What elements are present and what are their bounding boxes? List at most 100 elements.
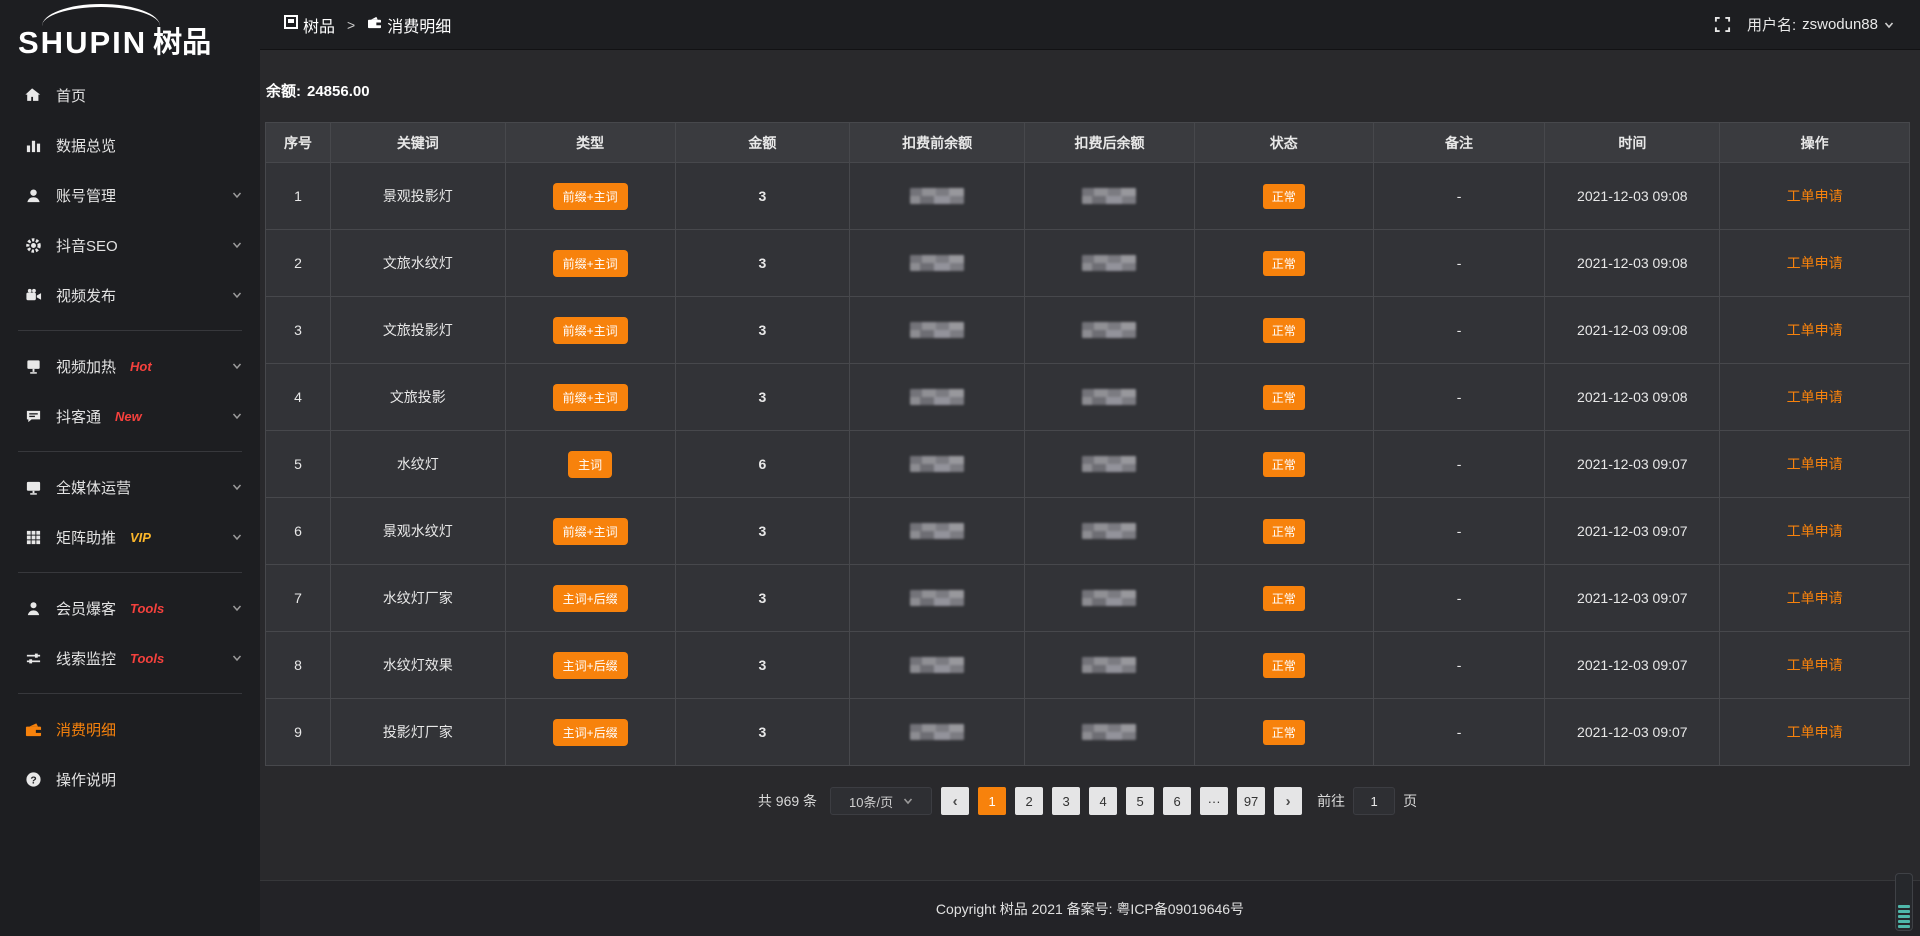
page-size-select[interactable]: 10条/页 bbox=[830, 787, 932, 815]
sidebar-item-消费明细[interactable]: 消费明细 bbox=[0, 704, 260, 754]
goto-page-input[interactable] bbox=[1353, 787, 1395, 815]
type-badge: 主词 bbox=[568, 451, 612, 478]
username-value: zswodun88 bbox=[1802, 16, 1878, 33]
sidebar-item-label: 视频加热 bbox=[56, 356, 116, 377]
corner-scroll-widget[interactable] bbox=[1895, 873, 1913, 931]
chat-bubble-icon bbox=[24, 407, 42, 425]
page-button-3[interactable]: 3 bbox=[1052, 787, 1080, 815]
cell-pre-balance bbox=[850, 431, 1025, 498]
table-header-cell: 关键词 bbox=[331, 123, 506, 163]
status-badge: 正常 bbox=[1263, 452, 1305, 477]
cell-post-balance bbox=[1025, 364, 1195, 431]
breadcrumb-current[interactable]: 消费明细 bbox=[367, 13, 451, 37]
masked-value bbox=[1082, 322, 1136, 338]
table-row: 6 景观水纹灯 前缀+主词 3 正常 - 2021-12-03 09:07 工单… bbox=[266, 498, 1909, 565]
breadcrumb-current-label: 消费明细 bbox=[387, 13, 451, 37]
ticket-request-link[interactable]: 工单申请 bbox=[1787, 387, 1843, 407]
balance: 余额: 24856.00 bbox=[266, 80, 1910, 101]
sidebar-item-label: 首页 bbox=[56, 85, 86, 106]
status-badge: 正常 bbox=[1263, 318, 1305, 343]
ticket-request-link[interactable]: 工单申请 bbox=[1787, 588, 1843, 608]
cell-keyword: 投影灯厂家 bbox=[331, 699, 506, 766]
sidebar-divider bbox=[18, 572, 242, 573]
sidebar-item-会员爆客[interactable]: 会员爆客 Tools bbox=[0, 583, 260, 633]
page-button-4[interactable]: 4 bbox=[1089, 787, 1117, 815]
page-button-6[interactable]: 6 bbox=[1163, 787, 1191, 815]
table-row: 2 文旅水纹灯 前缀+主词 3 正常 - 2021-12-03 09:08 工单… bbox=[266, 230, 1909, 297]
cell-pre-balance bbox=[850, 498, 1025, 565]
fullscreen-icon[interactable] bbox=[1714, 16, 1731, 33]
ticket-request-link[interactable]: 工单申请 bbox=[1787, 253, 1843, 273]
sidebar-item-badge: Hot bbox=[130, 359, 152, 374]
cell-post-balance bbox=[1025, 498, 1195, 565]
sidebar-item-全媒体运营[interactable]: 全媒体运营 bbox=[0, 462, 260, 512]
page-button-2[interactable]: 2 bbox=[1015, 787, 1043, 815]
sidebar-item-抖客通[interactable]: 抖客通 New bbox=[0, 391, 260, 441]
page-button-97[interactable]: 97 bbox=[1237, 787, 1265, 815]
cell-post-balance bbox=[1025, 632, 1195, 699]
sidebar-item-视频发布[interactable]: 视频发布 bbox=[0, 270, 260, 320]
logo: SHUPIN 树品 bbox=[0, 0, 260, 62]
user-menu[interactable]: 用户名: zswodun88 bbox=[1747, 14, 1894, 35]
cell-action: 工单申请 bbox=[1720, 565, 1909, 632]
goto-label: 前往 bbox=[1317, 791, 1345, 811]
cell-keyword: 水纹灯厂家 bbox=[331, 565, 506, 632]
cell-type: 主词+后缀 bbox=[506, 699, 676, 766]
sidebar-item-视频加热[interactable]: 视频加热 Hot bbox=[0, 341, 260, 391]
sidebar-item-抖音SEO[interactable]: 抖音SEO bbox=[0, 220, 260, 270]
sidebar-item-矩阵助推[interactable]: 矩阵助推 VIP bbox=[0, 512, 260, 562]
balance-label: 余额: bbox=[266, 83, 301, 100]
sidebar-item-首页[interactable]: 首页 bbox=[0, 70, 260, 120]
balance-value: 24856.00 bbox=[307, 83, 370, 100]
status-badge: 正常 bbox=[1263, 385, 1305, 410]
sidebar-item-账号管理[interactable]: 账号管理 bbox=[0, 170, 260, 220]
cell-status: 正常 bbox=[1195, 498, 1374, 565]
sidebar-item-label: 数据总览 bbox=[56, 135, 116, 156]
cell-remark: - bbox=[1374, 699, 1546, 766]
cell-status: 正常 bbox=[1195, 431, 1374, 498]
cell-amount: 3 bbox=[676, 230, 851, 297]
bar-chart-icon bbox=[24, 136, 42, 154]
table-row: 5 水纹灯 主词 6 正常 - 2021-12-03 09:07 工单申请 bbox=[266, 431, 1909, 498]
cell-keyword: 文旅水纹灯 bbox=[331, 230, 506, 297]
cell-remark: - bbox=[1374, 431, 1546, 498]
cell-action: 工单申请 bbox=[1720, 163, 1909, 230]
cell-type: 前缀+主词 bbox=[506, 297, 676, 364]
cell-action: 工单申请 bbox=[1720, 364, 1909, 431]
cell-time: 2021-12-03 09:07 bbox=[1545, 699, 1720, 766]
footer: Copyright 树品 2021 备案号: 粤ICP备09019646号 bbox=[260, 880, 1920, 936]
sidebar-item-label: 线索监控 bbox=[56, 648, 116, 669]
table-header-cell: 时间 bbox=[1545, 123, 1720, 163]
cell-keyword: 景观投影灯 bbox=[331, 163, 506, 230]
cell-keyword: 文旅投影 bbox=[331, 364, 506, 431]
cell-no: 5 bbox=[266, 431, 331, 498]
sidebar-item-label: 抖客通 bbox=[56, 406, 101, 427]
cell-amount: 3 bbox=[676, 498, 851, 565]
sidebar-item-操作说明[interactable]: ? 操作说明 bbox=[0, 754, 260, 804]
cell-no: 2 bbox=[266, 230, 331, 297]
cell-time: 2021-12-03 09:07 bbox=[1545, 632, 1720, 699]
sidebar-item-线索监控[interactable]: 线索监控 Tools bbox=[0, 633, 260, 683]
ticket-request-link[interactable]: 工单申请 bbox=[1787, 521, 1843, 541]
ticket-request-link[interactable]: 工单申请 bbox=[1787, 186, 1843, 206]
type-badge: 主词+后缀 bbox=[553, 719, 628, 746]
chevron-down-icon bbox=[1884, 20, 1894, 30]
sidebar-item-数据总览[interactable]: 数据总览 bbox=[0, 120, 260, 170]
sidebar: SHUPIN 树品 首页 数据总览 账号管理 抖音SEO 视频发布 视频加热 bbox=[0, 0, 260, 936]
cell-pre-balance bbox=[850, 565, 1025, 632]
ticket-request-link[interactable]: 工单申请 bbox=[1787, 722, 1843, 742]
sidebar-divider bbox=[18, 451, 242, 452]
cell-amount: 3 bbox=[676, 565, 851, 632]
cell-no: 4 bbox=[266, 364, 331, 431]
ticket-request-link[interactable]: 工单申请 bbox=[1787, 320, 1843, 340]
page-ellipsis-button[interactable]: ··· bbox=[1200, 787, 1228, 815]
next-page-button[interactable]: › bbox=[1274, 787, 1302, 815]
prev-page-button[interactable]: ‹ bbox=[941, 787, 969, 815]
cell-status: 正常 bbox=[1195, 364, 1374, 431]
ticket-request-link[interactable]: 工单申请 bbox=[1787, 655, 1843, 675]
goto-page: 前往 页 bbox=[1317, 787, 1417, 815]
page-button-current[interactable]: 1 bbox=[978, 787, 1006, 815]
ticket-request-link[interactable]: 工单申请 bbox=[1787, 454, 1843, 474]
breadcrumb-home[interactable]: 树品 bbox=[284, 13, 335, 37]
page-button-5[interactable]: 5 bbox=[1126, 787, 1154, 815]
